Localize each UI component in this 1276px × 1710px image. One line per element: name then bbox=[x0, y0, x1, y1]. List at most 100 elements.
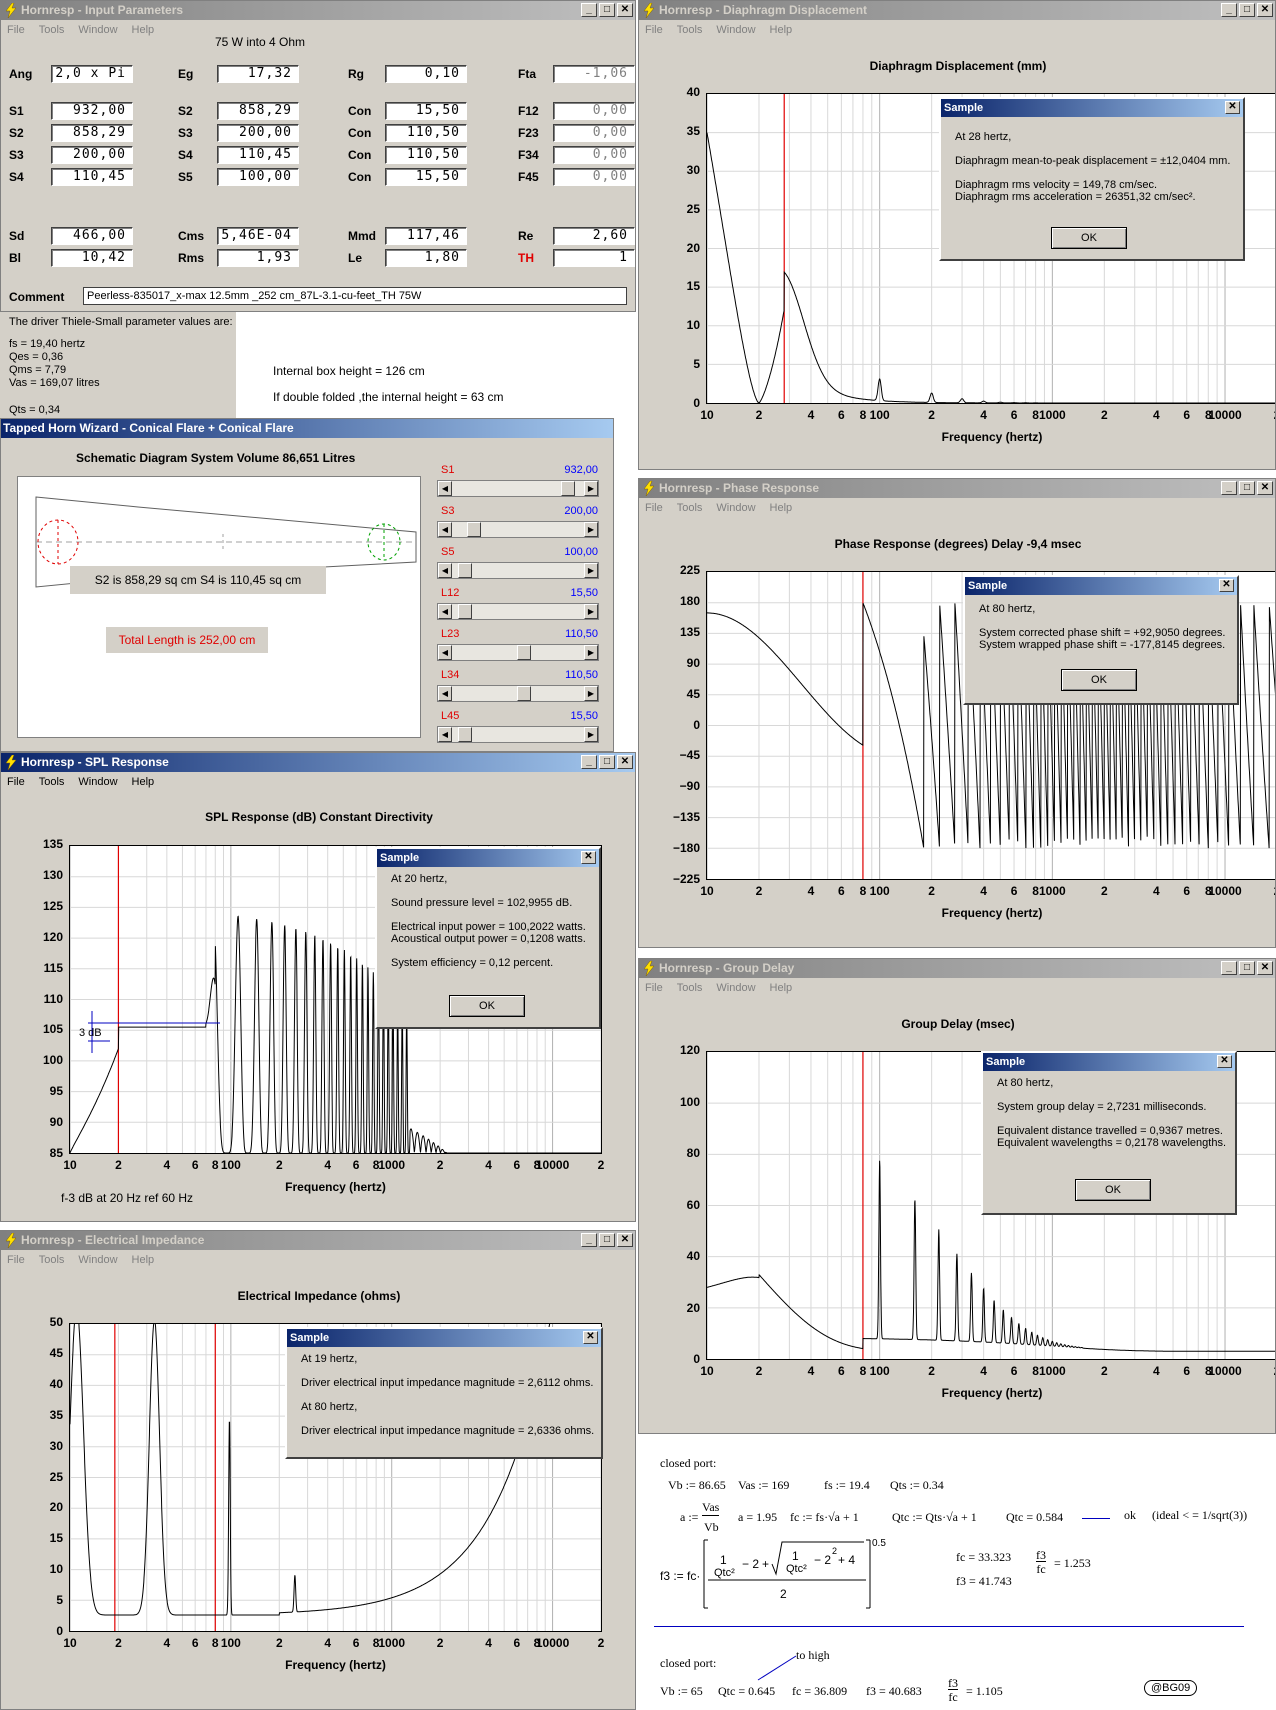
param-field-rg[interactable]: 0,10 bbox=[385, 65, 467, 83]
dialog-titlebar[interactable]: Sample ✕ bbox=[287, 1329, 601, 1347]
dialog-close-icon[interactable]: ✕ bbox=[581, 851, 596, 864]
param-field-con[interactable]: 110,50 bbox=[385, 146, 467, 164]
menu-file[interactable]: File bbox=[7, 20, 25, 40]
menu-file[interactable]: File bbox=[645, 498, 663, 518]
param-field-con[interactable]: 15,50 bbox=[385, 102, 467, 120]
param-field-s2[interactable]: 858,29 bbox=[51, 124, 133, 142]
ok-button[interactable]: OK bbox=[1075, 1179, 1151, 1201]
param-field-fta[interactable]: -1,06 bbox=[553, 65, 635, 83]
slider-s5[interactable]: ◀ ▶ bbox=[437, 562, 599, 579]
menu-tools[interactable]: Tools bbox=[39, 20, 65, 40]
minimize-button[interactable]: _ bbox=[581, 1233, 597, 1247]
slider-thumb[interactable] bbox=[457, 604, 472, 619]
slider-l23[interactable]: ◀ ▶ bbox=[437, 644, 599, 661]
phase-titlebar[interactable]: Hornresp - Phase Response _ □ ✕ bbox=[639, 479, 1275, 498]
dialog-close-icon[interactable]: ✕ bbox=[1219, 579, 1234, 592]
param-field-cms[interactable]: 5,46E-04 bbox=[217, 227, 299, 245]
menu-file[interactable]: File bbox=[645, 20, 663, 40]
dialog-titlebar[interactable]: Sample ✕ bbox=[965, 577, 1237, 595]
wizard-titlebar[interactable]: Tapped Horn Wizard - Conical Flare + Con… bbox=[1, 419, 613, 438]
param-field-rms[interactable]: 1,93 bbox=[217, 249, 299, 267]
maximize-button[interactable]: □ bbox=[599, 755, 615, 769]
slider-right-arrow-icon[interactable]: ▶ bbox=[584, 604, 598, 619]
minimize-button[interactable]: _ bbox=[581, 3, 597, 17]
slider-thumb[interactable] bbox=[560, 481, 575, 496]
input-parameters-titlebar[interactable]: Hornresp - Input Parameters _ □ ✕ bbox=[1, 1, 635, 20]
param-field-le[interactable]: 1,80 bbox=[385, 249, 467, 267]
menu-tools[interactable]: Tools bbox=[39, 1250, 65, 1270]
menu-help[interactable]: Help bbox=[770, 498, 793, 518]
param-field-s1[interactable]: 932,00 bbox=[51, 102, 133, 120]
close-button[interactable]: ✕ bbox=[617, 755, 633, 769]
slider-left-arrow-icon[interactable]: ◀ bbox=[438, 481, 452, 496]
dialog-close-icon[interactable]: ✕ bbox=[1217, 1055, 1232, 1068]
param-field-th[interactable]: 1 bbox=[553, 249, 635, 267]
group-delay-titlebar[interactable]: Hornresp - Group Delay _ □ ✕ bbox=[639, 959, 1275, 978]
menu-tools[interactable]: Tools bbox=[677, 498, 703, 518]
param-field-re[interactable]: 2,60 bbox=[553, 227, 635, 245]
menu-file[interactable]: File bbox=[7, 772, 25, 792]
param-field-f23[interactable]: 0,00 bbox=[553, 124, 635, 142]
dialog-titlebar[interactable]: Sample ✕ bbox=[377, 849, 599, 867]
param-field-s4[interactable]: 110,45 bbox=[51, 168, 133, 186]
maximize-button[interactable]: □ bbox=[1239, 481, 1255, 495]
param-field-s2[interactable]: 858,29 bbox=[217, 102, 299, 120]
minimize-button[interactable]: _ bbox=[1221, 961, 1237, 975]
menu-help[interactable]: Help bbox=[132, 1250, 155, 1270]
dialog-close-icon[interactable]: ✕ bbox=[1225, 101, 1240, 114]
maximize-button[interactable]: □ bbox=[1239, 961, 1255, 975]
close-button[interactable]: ✕ bbox=[1257, 961, 1273, 975]
menu-window[interactable]: Window bbox=[716, 978, 755, 998]
slider-right-arrow-icon[interactable]: ▶ bbox=[584, 727, 598, 742]
param-field-con[interactable]: 110,50 bbox=[385, 124, 467, 142]
minimize-button[interactable]: _ bbox=[581, 755, 597, 769]
menu-tools[interactable]: Tools bbox=[39, 772, 65, 792]
menu-help[interactable]: Help bbox=[132, 772, 155, 792]
slider-thumb[interactable] bbox=[457, 563, 472, 578]
spl-titlebar[interactable]: Hornresp - SPL Response _ □ ✕ bbox=[1, 753, 635, 772]
maximize-button[interactable]: □ bbox=[599, 1233, 615, 1247]
slider-l12[interactable]: ◀ ▶ bbox=[437, 603, 599, 620]
slider-thumb[interactable] bbox=[516, 686, 531, 701]
slider-right-arrow-icon[interactable]: ▶ bbox=[584, 481, 598, 496]
param-field-con[interactable]: 15,50 bbox=[385, 168, 467, 186]
impedance-titlebar[interactable]: Hornresp - Electrical Impedance _ □ ✕ bbox=[1, 1231, 635, 1250]
close-button[interactable]: ✕ bbox=[1257, 481, 1273, 495]
slider-left-arrow-icon[interactable]: ◀ bbox=[438, 686, 452, 701]
slider-left-arrow-icon[interactable]: ◀ bbox=[438, 604, 452, 619]
param-field-sd[interactable]: 466,00 bbox=[51, 227, 133, 245]
minimize-button[interactable]: _ bbox=[1221, 3, 1237, 17]
minimize-button[interactable]: _ bbox=[1221, 481, 1237, 495]
slider-left-arrow-icon[interactable]: ◀ bbox=[438, 727, 452, 742]
slider-thumb[interactable] bbox=[516, 645, 531, 660]
close-button[interactable]: ✕ bbox=[617, 3, 633, 17]
slider-s1[interactable]: ◀ ▶ bbox=[437, 480, 599, 497]
param-field-ang[interactable]: 2,0 x Pi bbox=[51, 65, 133, 83]
slider-s3[interactable]: ◀ ▶ bbox=[437, 521, 599, 538]
menu-file[interactable]: File bbox=[7, 1250, 25, 1270]
close-button[interactable]: ✕ bbox=[1257, 3, 1273, 17]
menu-window[interactable]: Window bbox=[78, 1250, 117, 1270]
slider-right-arrow-icon[interactable]: ▶ bbox=[584, 645, 598, 660]
slider-thumb[interactable] bbox=[457, 727, 472, 742]
menu-help[interactable]: Help bbox=[132, 20, 155, 40]
param-field-s5[interactable]: 100,00 bbox=[217, 168, 299, 186]
slider-right-arrow-icon[interactable]: ▶ bbox=[584, 686, 598, 701]
menu-help[interactable]: Help bbox=[770, 978, 793, 998]
slider-left-arrow-icon[interactable]: ◀ bbox=[438, 522, 452, 537]
ok-button[interactable]: OK bbox=[449, 995, 525, 1017]
param-field-f45[interactable]: 0,00 bbox=[553, 168, 635, 186]
dialog-titlebar[interactable]: Sample ✕ bbox=[941, 99, 1243, 117]
menu-tools[interactable]: Tools bbox=[677, 20, 703, 40]
param-field-eg[interactable]: 17,32 bbox=[217, 65, 299, 83]
param-field-f12[interactable]: 0,00 bbox=[553, 102, 635, 120]
maximize-button[interactable]: □ bbox=[1239, 3, 1255, 17]
slider-right-arrow-icon[interactable]: ▶ bbox=[584, 563, 598, 578]
dialog-close-icon[interactable]: ✕ bbox=[583, 1331, 598, 1344]
param-field-mmd[interactable]: 117,46 bbox=[385, 227, 467, 245]
ok-button[interactable]: OK bbox=[1051, 227, 1127, 249]
menu-tools[interactable]: Tools bbox=[677, 978, 703, 998]
menu-window[interactable]: Window bbox=[716, 20, 755, 40]
param-field-s4[interactable]: 110,45 bbox=[217, 146, 299, 164]
diaphragm-titlebar[interactable]: Hornresp - Diaphragm Displacement _ □ ✕ bbox=[639, 1, 1275, 20]
